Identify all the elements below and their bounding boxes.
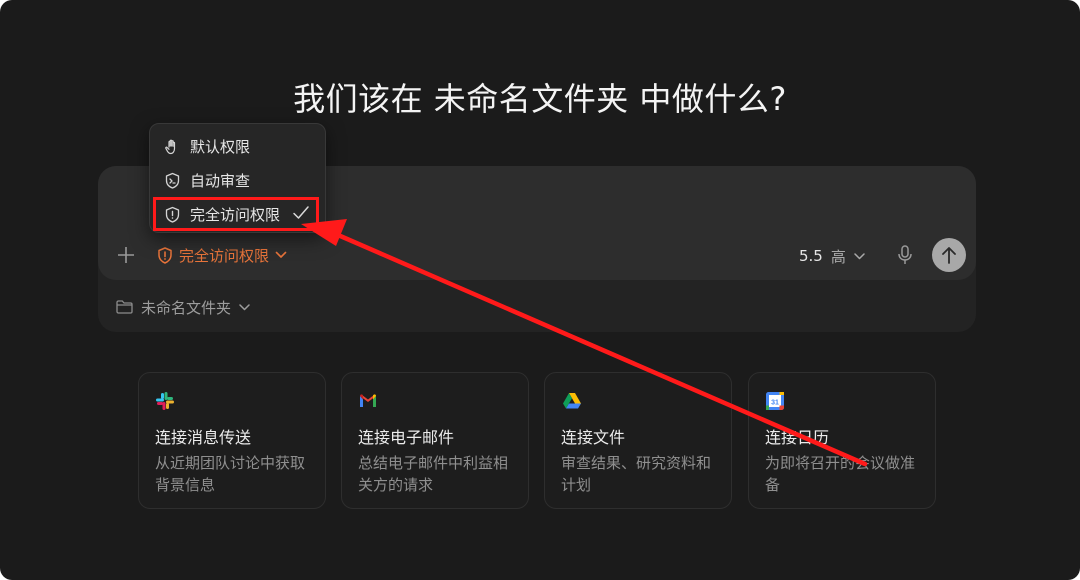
card-description: 总结电子邮件中利益相关方的请求	[358, 454, 509, 494]
card-title: 连接电子邮件	[358, 428, 455, 447]
terminal-shield-icon	[165, 172, 180, 189]
folder-label: 未命名文件夹	[141, 298, 232, 317]
folder-selector[interactable]: 未命名文件夹	[116, 297, 250, 317]
model-selector[interactable]: 5.5 高	[799, 245, 865, 267]
app-window: 我们该在 未命名文件夹 中做什么? 完全访问权限 5.5 高 未命名文件夹 默认…	[0, 0, 1080, 580]
permission-label: 完全访问权限	[179, 246, 270, 265]
slack-icon	[156, 392, 174, 410]
hand-icon	[165, 139, 176, 154]
card-description: 为即将召开的会议做准备	[765, 454, 916, 494]
warning-shield-icon	[158, 246, 172, 264]
google-drive-icon	[563, 393, 581, 409]
folder-icon	[116, 300, 133, 314]
connect-calendar-card[interactable]: 31 连接日历 为即将召开的会议做准备	[748, 372, 936, 509]
card-title: 连接日历	[765, 428, 830, 447]
connect-email-card[interactable]: 连接电子邮件 总结电子邮件中利益相关方的请求	[341, 372, 529, 509]
connect-files-card[interactable]: 连接文件 审查结果、研究资料和计划	[544, 372, 732, 509]
chevron-down-icon	[854, 252, 865, 259]
card-description: 从近期团队讨论中获取背景信息	[155, 454, 306, 494]
page-headline: 我们该在 未命名文件夹 中做什么?	[293, 80, 787, 118]
effort-level: 高	[830, 247, 846, 266]
chevron-down-icon	[239, 303, 250, 310]
add-attachment-button[interactable]	[115, 243, 137, 267]
chevron-down-icon	[275, 251, 287, 258]
plus-icon	[118, 247, 134, 263]
card-title: 连接文件	[561, 428, 626, 447]
card-title: 连接消息传送	[155, 428, 252, 447]
voice-input-button[interactable]	[896, 244, 916, 266]
arrow-up-icon	[942, 247, 956, 264]
card-description: 审查结果、研究资料和计划	[561, 454, 712, 494]
menu-item-label: 自动审查	[190, 171, 251, 190]
menu-item-default-permission[interactable]: 默认权限	[164, 134, 250, 158]
permission-dropdown-button[interactable]: 完全访问权限	[157, 244, 287, 266]
google-calendar-icon: 31	[766, 392, 784, 410]
menu-item-label: 默认权限	[190, 137, 251, 156]
connect-messaging-card[interactable]: 连接消息传送 从近期团队讨论中获取背景信息	[138, 372, 326, 509]
microphone-icon	[898, 245, 912, 264]
send-button[interactable]	[932, 238, 966, 272]
menu-item-auto-review[interactable]: 自动审查	[164, 168, 250, 192]
annotation-highlight-box	[153, 197, 319, 231]
model-version: 5.5	[799, 247, 823, 265]
gmail-icon	[360, 394, 376, 407]
calendar-day: 31	[771, 399, 779, 406]
